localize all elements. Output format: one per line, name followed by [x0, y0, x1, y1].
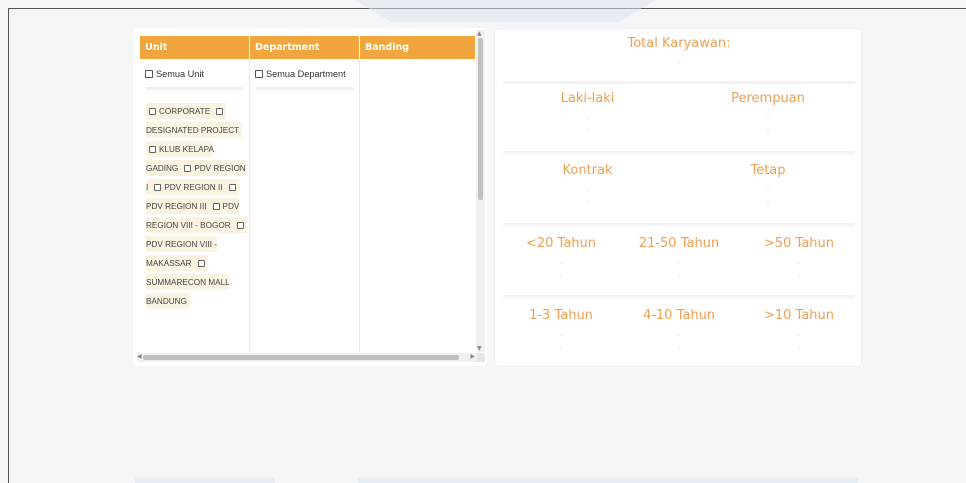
age-over-50-title: >50 Tahun: [763, 236, 835, 251]
checkbox-icon[interactable]: [228, 184, 236, 191]
horizontal-scrollbar[interactable]: ◀ ▶: [137, 353, 477, 362]
age-over-50-percent: -: [797, 271, 801, 279]
all-unit-label: Semua Unit: [156, 68, 205, 79]
header-banding: Banding: [365, 42, 410, 53]
scroll-left-icon[interactable]: ◀: [137, 353, 142, 360]
contract-percent: -: [586, 198, 589, 206]
filter-table-panel: Unit Department Banding Semua Unit CORPO…: [133, 28, 487, 366]
permanent-value: -: [766, 186, 770, 194]
checkbox-icon[interactable]: [255, 69, 263, 78]
checkbox-icon[interactable]: [149, 146, 156, 153]
age-under-20-title: <20 Tahun: [525, 236, 597, 251]
unit-label: PDV REGION III: [146, 202, 207, 211]
checkbox-icon[interactable]: [184, 165, 192, 172]
section-divider: [503, 81, 855, 84]
unit-list: CORPORATEDESIGNATED PROJECTKLUB KELAPA G…: [140, 90, 249, 309]
male-title: Laki-laki: [560, 91, 615, 106]
header-unit: Unit: [140, 36, 250, 59]
contract-title: Kontrak: [562, 163, 613, 178]
table-header: Unit Department Banding: [140, 36, 475, 59]
female-percent: -: [766, 126, 770, 134]
unit-label: SUMMARECON MALL BANDUNG: [146, 278, 230, 306]
section-divider: [503, 295, 855, 298]
scroll-thumb[interactable]: [143, 355, 459, 360]
tenure-over-10-title: >10 Tahun: [763, 308, 835, 323]
male-value: -: [586, 114, 589, 122]
watermark-shape: [355, 0, 655, 22]
checkbox-icon[interactable]: [236, 222, 244, 229]
female-value: -: [766, 114, 770, 122]
all-unit-checkbox[interactable]: Semua Unit: [140, 59, 249, 81]
unit-list-item[interactable]: PDV REGION II: [151, 179, 226, 195]
age-21-50-percent: -: [677, 271, 681, 279]
tenure-4-10-title: 4-10 Tahun: [642, 308, 716, 323]
tenure-1-3-title: 1-3 Tahun: [529, 308, 593, 323]
contract-value: -: [586, 186, 589, 194]
age-over-50-value: -: [797, 259, 801, 267]
tenure-over-10-percent: -: [797, 343, 801, 351]
total-karyawan-title: Total Karyawan:: [627, 36, 731, 51]
section-divider: [503, 151, 855, 154]
permanent-percent: -: [766, 198, 770, 206]
table-body: Semua Unit CORPORATEDESIGNATED PROJECTKL…: [140, 59, 475, 352]
scroll-up-icon[interactable]: ▲: [477, 30, 482, 37]
tenure-over-10-value: -: [797, 331, 801, 339]
tenure-1-3-value: -: [559, 331, 563, 339]
header-department: Department: [250, 36, 360, 59]
checkbox-icon[interactable]: [154, 184, 162, 191]
age-under-20-percent: -: [559, 271, 563, 279]
section-divider: [503, 223, 855, 226]
watermark-shape: [135, 478, 275, 483]
unit-label: DESIGNATED PROJECT: [146, 126, 240, 135]
checkbox-icon[interactable]: [145, 69, 153, 78]
female-title: Perempuan: [731, 91, 805, 106]
divider: [256, 87, 353, 90]
tenure-4-10-percent: -: [677, 343, 681, 351]
checkbox-icon[interactable]: [212, 203, 220, 210]
permanent-title: Tetap: [750, 163, 786, 178]
checkbox-icon[interactable]: [149, 108, 156, 115]
department-column: Semua Department: [250, 59, 360, 352]
unit-list-item[interactable]: CORPORATE: [146, 103, 214, 119]
vertical-scrollbar[interactable]: ▲ ▼: [476, 30, 485, 352]
age-21-50-value: -: [677, 259, 681, 267]
banding-column: [360, 59, 475, 352]
male-percent: -: [586, 126, 589, 134]
watermark-shape: [358, 478, 858, 483]
total-karyawan-value: -: [677, 59, 681, 67]
scrollbar-corner: [477, 353, 485, 362]
stats-panel: Total Karyawan: - Laki-laki - - Perempua…: [494, 28, 862, 367]
unit-column: Semua Unit CORPORATEDESIGNATED PROJECTKL…: [140, 59, 250, 352]
checkbox-icon[interactable]: [197, 260, 205, 267]
frame-border-left: [8, 8, 9, 483]
checkbox-icon[interactable]: [216, 108, 224, 115]
all-department-label: Semua Department: [266, 68, 346, 79]
age-under-20-value: -: [559, 259, 563, 267]
tenure-1-3-percent: -: [559, 343, 563, 351]
unit-label: CORPORATE: [159, 107, 211, 116]
scroll-down-icon[interactable]: ▼: [477, 345, 482, 352]
age-21-50-title: 21-50 Tahun: [638, 236, 720, 251]
scroll-right-icon[interactable]: ▶: [470, 353, 475, 360]
filter-table: Unit Department Banding Semua Unit CORPO…: [140, 36, 475, 352]
scroll-thumb[interactable]: [478, 38, 483, 200]
all-department-checkbox[interactable]: Semua Department: [250, 59, 359, 81]
unit-label: PDV REGION II: [164, 183, 223, 192]
tenure-4-10-value: -: [677, 331, 681, 339]
